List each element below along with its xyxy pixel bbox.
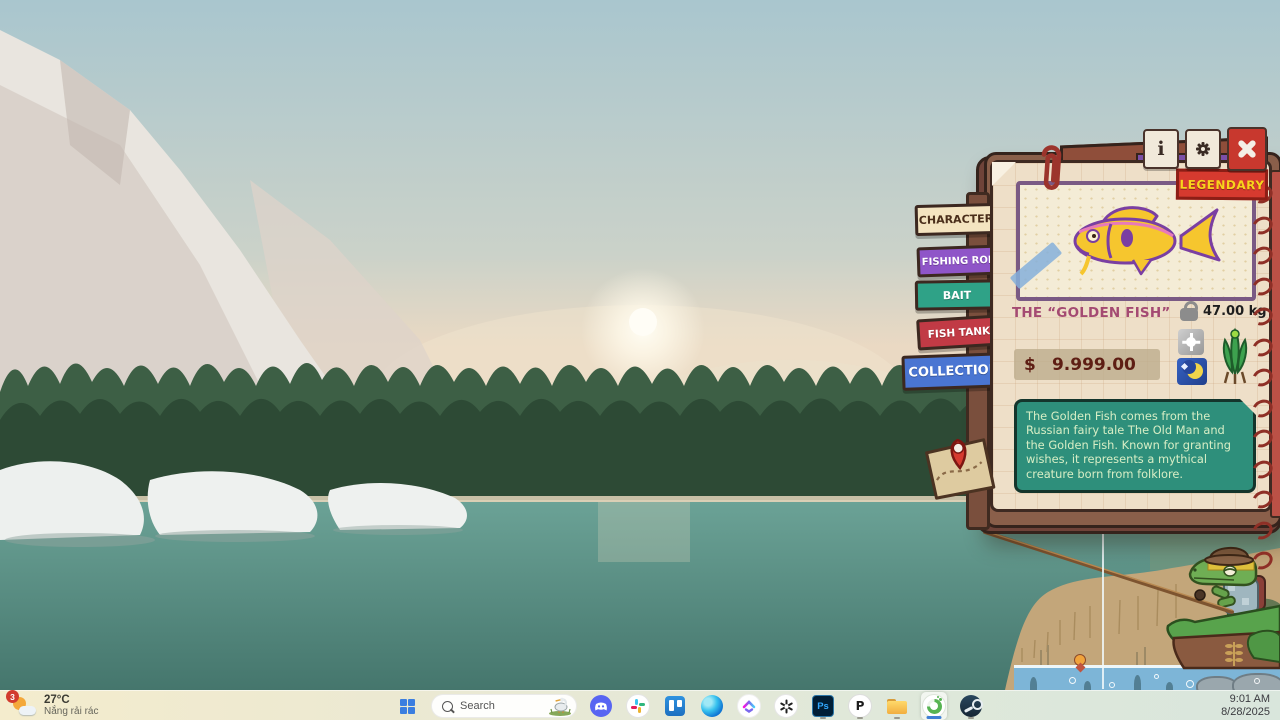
spiral-ring (1249, 304, 1275, 328)
search-placeholder: Search (460, 700, 547, 712)
weight-icon (1180, 301, 1198, 321)
taskbar-app-photoshop[interactable]: Ps (810, 692, 836, 720)
taskbar-app-slack[interactable] (625, 692, 651, 720)
taskbar-clock[interactable]: 9:01 AM 8/28/2025 (1221, 693, 1270, 719)
tab-fishing-rod[interactable]: FISHING ROD (917, 245, 1002, 278)
fish-description: The Golden Fish comes from the Russian f… (1014, 399, 1256, 493)
fish-name: THE “GOLDEN FISH” (1012, 305, 1176, 321)
taskbar-app-p[interactable]: P (847, 692, 873, 720)
taskbar-app-clickup[interactable] (736, 692, 762, 720)
spiral-ring (1249, 518, 1275, 542)
tab-label: FISHING ROD (922, 254, 997, 268)
tab-character[interactable]: CHARACTER (915, 203, 998, 236)
edge-icon (701, 695, 723, 717)
taskbar-center: Search (394, 691, 984, 720)
taskbar-app-file-explorer[interactable] (884, 692, 910, 720)
discord-icon (590, 695, 612, 717)
seaweed-icon (1218, 326, 1252, 386)
taskbar-app-fishing-game[interactable] (921, 692, 947, 720)
photoshop-glyph: Ps (817, 701, 829, 712)
tab-label: CHARACTER (919, 212, 994, 227)
fishing-line (1102, 529, 1104, 689)
clickup-icon (737, 694, 761, 718)
close-button[interactable] (1227, 127, 1267, 171)
weather-texts: 27°C Nắng rải rác (44, 694, 98, 718)
spiral-ring (1249, 548, 1275, 572)
spiral-ring (1249, 213, 1275, 237)
running-indicator (820, 717, 826, 720)
p-glyph: P (856, 699, 865, 713)
spiral-ring (1249, 335, 1275, 359)
start-button[interactable] (394, 692, 420, 720)
day-icon (1178, 329, 1204, 355)
temperature: 27°C (44, 694, 98, 706)
spiral-ring (1249, 396, 1275, 420)
spiral-ring (1249, 487, 1275, 511)
weather-condition: Nắng rải rác (44, 706, 98, 718)
golden-fish-image (1041, 196, 1231, 286)
tab-label: FISH TANK (927, 325, 990, 341)
clock-time: 9:01 AM (1221, 693, 1270, 706)
p-app-icon: P (848, 694, 872, 718)
spiral-binding (1252, 186, 1273, 583)
page-fold-corner (992, 162, 1016, 186)
folder-icon (887, 699, 907, 714)
price-box: $ 9.999.00 (1014, 349, 1160, 380)
spiral-ring (1249, 274, 1275, 298)
running-indicator (968, 717, 974, 720)
taskbar-app-trello[interactable] (662, 692, 688, 720)
trello-icon (665, 696, 685, 716)
fishing-rod (980, 524, 1280, 692)
currency-icon: $ (1024, 355, 1036, 375)
moon-glyph (1187, 363, 1203, 379)
slack-icon (626, 694, 650, 718)
sun-cloud-icon: 3 (10, 694, 38, 718)
taskbar-app-chatgpt[interactable] (773, 692, 799, 720)
desktop: CHARACTER FISHING ROD BAIT FISH TANK COL… (0, 0, 1280, 720)
cloud-icon (19, 706, 36, 715)
tab-bait[interactable]: BAIT (915, 279, 1000, 310)
notification-badge: 3 (6, 690, 19, 703)
active-indicator (927, 716, 942, 719)
steam-icon (960, 695, 982, 717)
running-indicator (857, 717, 863, 720)
taskbar-app-discord[interactable] (588, 692, 614, 720)
running-indicator (894, 717, 900, 720)
taskbar-app-steam[interactable] (958, 692, 984, 720)
taskbar: 3 27°C Nắng rải rác Search (0, 690, 1280, 720)
spiral-ring (1249, 243, 1275, 267)
spiral-ring (1249, 426, 1275, 450)
price-value: 9.999.00 (1036, 355, 1160, 375)
paperclip-icon (1030, 139, 1070, 199)
taskbar-app-edge[interactable] (699, 692, 725, 720)
clock-date: 8/28/2025 (1221, 706, 1270, 719)
map-button[interactable] (917, 431, 1003, 506)
info-button[interactable]: i (1143, 129, 1179, 169)
search-box[interactable]: Search (431, 694, 577, 718)
bobber (1074, 654, 1086, 674)
tab-fish-tank[interactable]: FISH TANK (916, 314, 1002, 350)
fishing-game-icon (922, 694, 946, 718)
weather-widget[interactable]: 3 27°C Nắng rải rác (10, 694, 98, 718)
heron-bird-image (547, 696, 573, 716)
settings-button[interactable] (1185, 129, 1221, 169)
info-icon: i (1157, 138, 1164, 160)
chatgpt-icon (774, 694, 798, 718)
spiral-ring (1249, 457, 1275, 481)
tab-label: BAIT (943, 288, 972, 301)
windows-logo-icon (400, 699, 415, 714)
search-icon (442, 701, 453, 712)
sun-glyph (1186, 337, 1196, 347)
photoshop-icon: Ps (812, 695, 834, 717)
spiral-ring (1249, 365, 1275, 389)
rarity-badge: LEGENDARY (1176, 169, 1268, 201)
tab-label: COLLECTION (908, 362, 1000, 380)
night-icon (1177, 358, 1207, 385)
gear-icon (1193, 139, 1213, 159)
